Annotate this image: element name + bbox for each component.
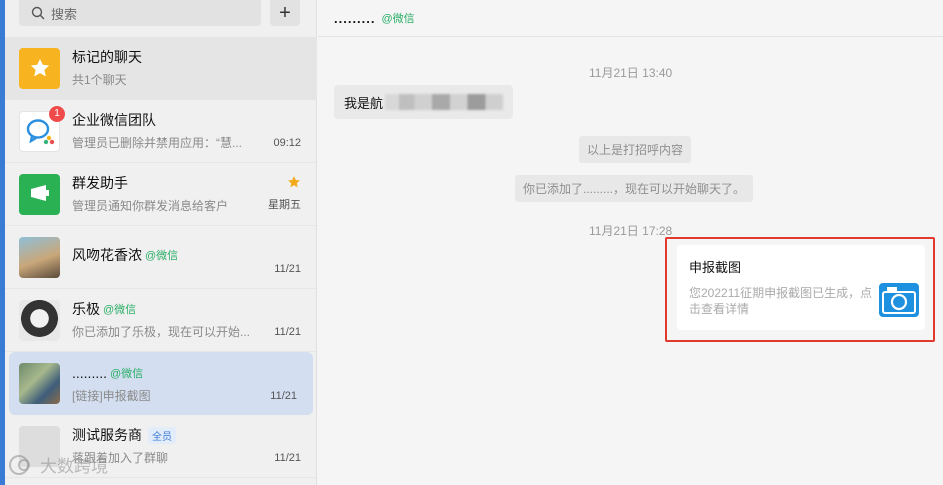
link-card[interactable]: 申报截图 您202211征期申报截图已生成，点击查看详情: [677, 245, 925, 330]
chat-item-starred[interactable]: 标记的聊天 共1个聊天: [5, 37, 317, 100]
message-text: 我是航: [344, 95, 384, 111]
plus-icon: +: [279, 1, 291, 24]
wechat-suffix: @微信: [381, 13, 415, 25]
search-icon: [31, 6, 45, 20]
chat-item-broadcast[interactable]: 群发助手 管理员通知你群发消息给客户 星期五: [5, 163, 317, 226]
message-timestamp: 11月21日 17:28: [589, 224, 673, 238]
message-bubble[interactable]: 我是航: [334, 85, 514, 119]
chat-title: 群发助手: [72, 175, 128, 191]
wecom-logo-icon: [26, 119, 54, 145]
chat-time: 11/21: [270, 390, 297, 402]
conversation-name: .........: [334, 10, 376, 26]
chat-time: 11/21: [274, 452, 301, 464]
conversation-header: ......... @微信: [318, 0, 943, 37]
unread-badge: 1: [49, 105, 65, 122]
chat-preview: 共1个聊天: [72, 73, 127, 87]
chat-item-active[interactable]: ......... @微信 [链接]申报截图 11/21: [9, 352, 313, 415]
chat-item-wecom-team[interactable]: 1 企业微信团队 管理员已删除并禁用应用：“慧... 09:12: [5, 100, 317, 163]
chat-title: 标记的聊天: [72, 49, 142, 65]
message-timestamp: 11月21日 13:40: [589, 66, 673, 80]
chat-preview: 你已添加了乐极，现在可以开始...: [72, 325, 251, 339]
star-marked-icon: [288, 176, 300, 188]
contact-avatar: [19, 236, 60, 278]
add-button[interactable]: +: [270, 0, 300, 26]
chat-preview: [链接]申报截图: [72, 388, 151, 403]
wechat-suffix: @微信: [103, 304, 137, 316]
wechat-suffix: @微信: [145, 249, 179, 262]
chat-title: 测试服务商: [72, 427, 142, 443]
watermark-logo-icon: [9, 454, 30, 475]
chat-item-contact[interactable]: 风吻花香浓 @微信 11/21: [5, 226, 317, 289]
wechat-suffix: @微信: [110, 367, 144, 380]
system-notice: 你已添加了.........，现在可以开始聊天了。: [515, 175, 754, 202]
chat-title: .........: [72, 364, 108, 381]
chat-time: 11/21: [274, 263, 301, 275]
system-notice: 以上是打招呼内容: [579, 136, 692, 163]
blurred-text: [385, 94, 504, 110]
all-members-tag: 全员: [148, 426, 176, 444]
watermark: 大数跨境: [8, 452, 108, 477]
chat-preview: 管理员通知你群发消息给客户: [72, 199, 229, 213]
wecom-avatar: 1: [19, 105, 65, 152]
chat-time: 09:12: [273, 137, 301, 149]
star-icon: [30, 58, 49, 77]
chat-title: 风吻花香浓: [72, 246, 142, 263]
star-avatar: [19, 47, 60, 89]
watermark-text: 大数跨境: [40, 457, 108, 476]
card-description: 您202211征期申报截图已生成，点击查看详情: [689, 286, 873, 316]
chat-time: 11/21: [274, 326, 301, 338]
chat-sidebar: 搜索 + 标记的聊天 共1个聊天 1 企业微信团队 管理员已删除并禁用应用：“慧…: [5, 0, 317, 485]
chat-title: 企业微信团队: [72, 112, 156, 128]
conversation-panel: ......... @微信 11月21日 13:40 我是航 以上是打招呼内容 …: [318, 0, 943, 485]
contact-avatar: [19, 363, 60, 404]
card-title: 申报截图: [689, 260, 742, 275]
contact-avatar: [19, 299, 60, 341]
search-placeholder: 搜索: [51, 6, 78, 22]
search-input[interactable]: 搜索: [19, 0, 261, 26]
broadcast-avatar: [19, 173, 60, 215]
chat-list: 标记的聊天 共1个聊天 1 企业微信团队 管理员已删除并禁用应用：“慧... 0…: [5, 37, 317, 478]
chat-title: 乐极: [72, 301, 100, 317]
chat-preview: 管理员已删除并禁用应用：“慧...: [72, 136, 242, 150]
camera-icon: [879, 283, 919, 317]
chat-item-contact[interactable]: 乐极 @微信 你已添加了乐极，现在可以开始... 11/21: [5, 289, 317, 352]
chat-time: 星期五: [268, 199, 301, 211]
megaphone-icon: [30, 185, 49, 201]
